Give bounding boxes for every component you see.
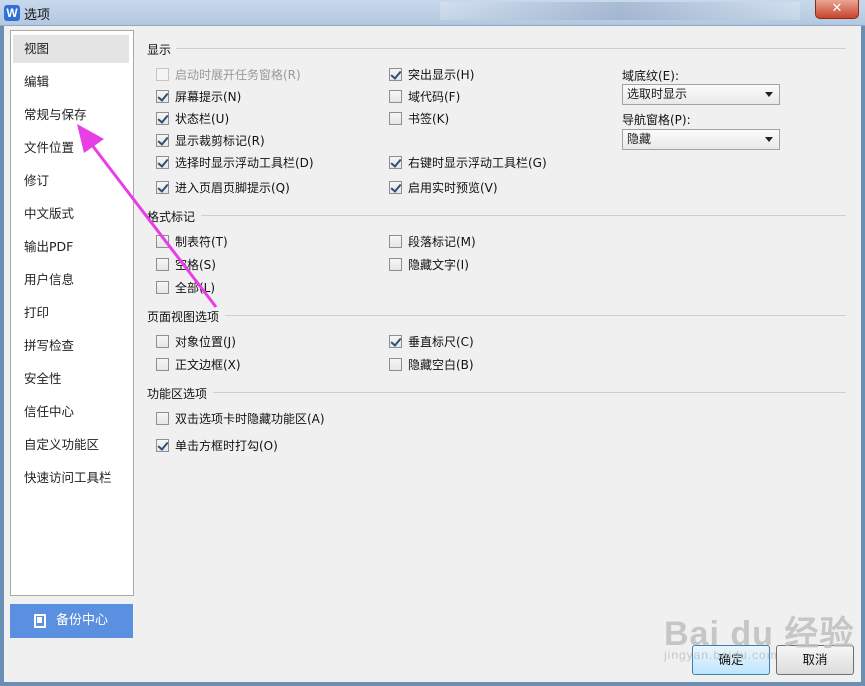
annotation-arrow-head [77, 124, 104, 153]
watermark-sub: jingyan.baidu.com [664, 648, 778, 662]
annotation-arrow [77, 124, 218, 308]
annotation-arrow-shaft [90, 144, 218, 308]
baidu-jingyan-watermark: Bai du 经验 jingyan.baidu.com [660, 600, 860, 670]
